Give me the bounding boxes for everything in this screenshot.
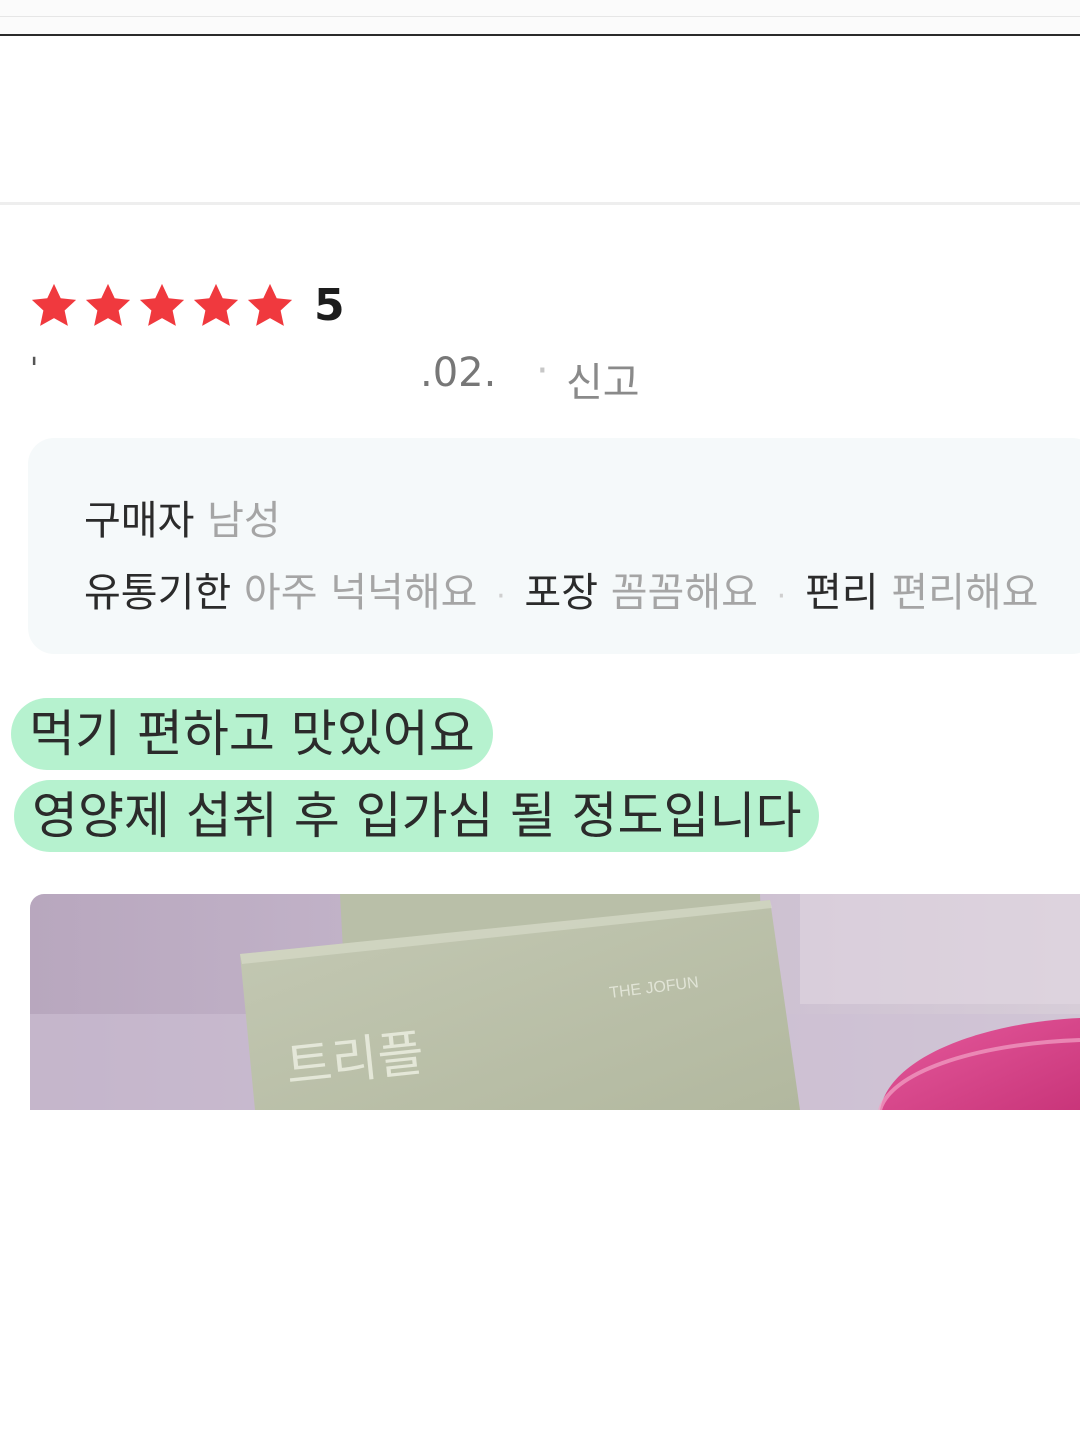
survey-item-label: 포장: [524, 570, 599, 616]
review-date: .02.: [420, 350, 497, 396]
star-icon: [247, 283, 293, 326]
review-text-line: 먹기 편하고 맛있어요: [11, 698, 493, 770]
review-survey-box: 구매자 남성 유통기한 아주 넉넉해요 · 포장 꼼꼼해요 · 편리 편리해요: [28, 438, 1080, 654]
buyer-line: 구매자 남성: [84, 488, 281, 546]
survey-item-value: 편리해요: [891, 570, 1039, 616]
rating-value: 5: [314, 280, 345, 331]
survey-item-value: 꼼꼼해요: [610, 570, 758, 616]
star-icon: [85, 283, 131, 326]
survey-item-label: 편리: [804, 570, 879, 616]
survey-item-label: 유통기한: [84, 570, 232, 616]
buyer-value: 남성: [207, 498, 281, 544]
star-rating: [28, 280, 296, 332]
rating-row: 5: [28, 276, 345, 336]
star-icon: [139, 283, 185, 326]
review-photo[interactable]: THE JOFUN 트리플: [30, 894, 1080, 1110]
survey-items-line: 유통기한 아주 넉넉해요 · 포장 꼼꼼해요 · 편리 편리해요: [84, 560, 1038, 618]
review-photo-image: THE JOFUN 트리플: [30, 894, 1080, 1110]
survey-separator: ·: [776, 579, 787, 614]
review-text-line: 영양제 섭취 후 입가심 될 정도입니다: [14, 780, 820, 852]
meta-separator: ·: [536, 348, 549, 394]
top-bar-line: [0, 16, 1080, 17]
buyer-label: 구매자: [84, 498, 195, 544]
survey-separator: ·: [496, 579, 506, 614]
star-icon: [193, 283, 239, 326]
meta-leading-mark: ': [30, 352, 39, 387]
star-icon: [31, 283, 77, 326]
top-bar: [0, 0, 1080, 36]
survey-item-value: 아주 넉넉해요: [243, 570, 478, 616]
review-meta: ' .02. · 신고: [30, 348, 730, 408]
report-link[interactable]: 신고: [566, 350, 640, 408]
section-divider: [0, 202, 1080, 205]
